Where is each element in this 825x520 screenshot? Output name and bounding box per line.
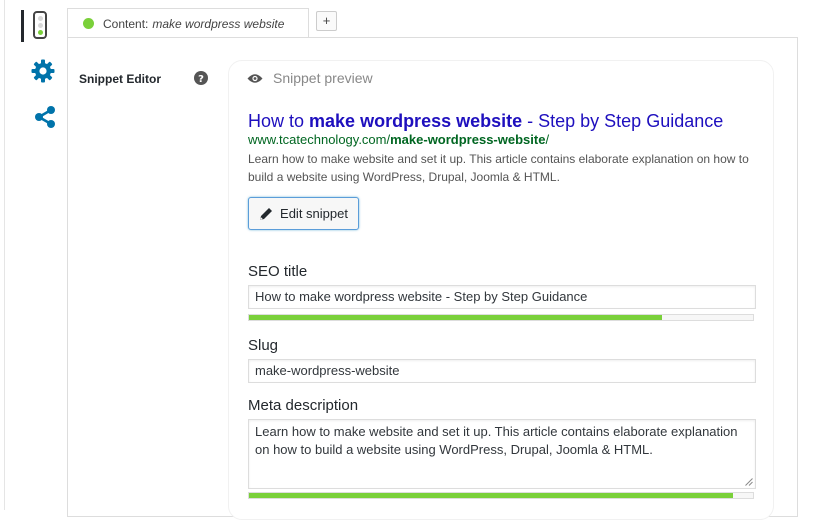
snippet-title-keyword: make wordpress website — [309, 111, 523, 131]
meta-description-progress-fill — [249, 493, 733, 498]
traffic-light-icon[interactable] — [21, 10, 53, 42]
eye-icon — [247, 73, 263, 83]
meta-description-textarea[interactable]: Learn how to make website and set it up.… — [248, 419, 756, 489]
active-indicator — [21, 10, 24, 42]
add-keyword-button[interactable]: + — [316, 11, 337, 31]
tab-keyword: make wordpress website — [152, 16, 285, 31]
meta-description-text: Learn how to make website and set it up.… — [255, 424, 738, 457]
seo-title-label: SEO title — [248, 263, 308, 280]
seo-title-progress-fill — [249, 315, 663, 320]
snippet-description: Learn how to make website and set it up.… — [248, 152, 749, 184]
svg-text:?: ? — [198, 74, 204, 85]
snippet-preview-label: Snippet preview — [273, 70, 373, 86]
pencil-icon — [260, 207, 273, 220]
edit-snippet-button[interactable]: Edit snippet — [248, 197, 359, 230]
seo-title-input[interactable]: How to make wordpress website - Step by … — [248, 285, 756, 309]
gear-icon[interactable] — [31, 59, 55, 83]
question-circle-icon[interactable]: ? — [194, 71, 208, 85]
resize-handle-icon[interactable] — [745, 478, 753, 486]
metabox-sidebar — [0, 0, 66, 510]
meta-description-label: Meta description — [248, 397, 359, 414]
snippet-url-slug: make-wordpress-website — [390, 132, 546, 147]
snippet-url: www.tcatechnology.com/make-wordpress-web… — [248, 132, 550, 147]
tab-content[interactable]: Content: make wordpress website — [67, 8, 309, 38]
snippet-editor-label: Snippet Editor — [79, 72, 161, 86]
seo-title-progress — [248, 314, 754, 321]
slug-input[interactable]: make-wordpress-website — [248, 359, 756, 383]
meta-description-progress — [248, 492, 754, 499]
snippet-preview-heading[interactable]: Snippet preview — [247, 70, 373, 86]
snippet-title[interactable]: How to make wordpress website - Step by … — [248, 111, 723, 132]
seo-status-dot — [83, 18, 94, 29]
tab-label-prefix: Content: — [103, 16, 149, 31]
slug-label: Slug — [248, 337, 279, 354]
edit-snippet-label: Edit snippet — [280, 206, 348, 221]
share-icon[interactable] — [33, 105, 57, 129]
